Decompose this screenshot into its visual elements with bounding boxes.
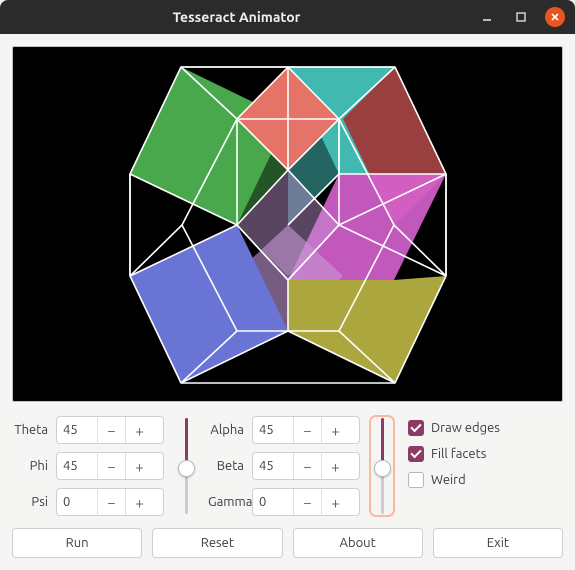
fill-facets-checkbox[interactable]: Fill facets [408, 446, 500, 462]
beta-label: Beta [208, 459, 252, 473]
phi-spinner[interactable]: −+ [56, 452, 164, 480]
minimize-icon [481, 11, 493, 23]
gamma-input[interactable] [253, 495, 293, 509]
theta-input[interactable] [57, 423, 97, 437]
psi-increment[interactable]: + [125, 489, 153, 515]
phi-label: Phi [12, 459, 56, 473]
alpha-label: Alpha [208, 423, 252, 437]
alpha-spinner[interactable]: −+ [252, 416, 360, 444]
alpha-decrement[interactable]: − [293, 417, 321, 443]
theta-increment[interactable]: + [125, 417, 153, 443]
alpha-input[interactable] [253, 423, 293, 437]
beta-spinner[interactable]: −+ [252, 452, 360, 480]
titlebar: Tesseract Animator [0, 0, 575, 34]
gamma-spinner[interactable]: −+ [252, 488, 360, 516]
slider-3d[interactable] [176, 418, 196, 514]
phi-decrement[interactable]: − [97, 453, 125, 479]
psi-input[interactable] [57, 495, 97, 509]
draw-edges-checkbox[interactable]: Draw edges [408, 420, 500, 436]
checkbox-icon [408, 420, 424, 436]
gamma-increment[interactable]: + [321, 489, 349, 515]
minimize-button[interactable] [477, 7, 497, 27]
psi-label: Psi [12, 495, 56, 509]
window-title: Tesseract Animator [10, 9, 463, 25]
draw-edges-label: Draw edges [431, 421, 500, 435]
weird-checkbox[interactable]: Weird [408, 472, 500, 488]
about-button[interactable]: About [293, 528, 423, 558]
maximize-icon [515, 11, 527, 23]
close-icon [549, 11, 561, 23]
maximize-button[interactable] [511, 7, 531, 27]
fill-facets-label: Fill facets [431, 447, 486, 461]
beta-decrement[interactable]: − [293, 453, 321, 479]
close-button[interactable] [545, 7, 565, 27]
psi-spinner[interactable]: −+ [56, 488, 164, 516]
render-canvas [12, 46, 563, 402]
exit-button[interactable]: Exit [433, 528, 563, 558]
theta-decrement[interactable]: − [97, 417, 125, 443]
gamma-label: Gamma [208, 495, 252, 509]
phi-input[interactable] [57, 459, 97, 473]
angle-group-right: Alpha −+ Beta −+ Gamma −+ [208, 416, 360, 516]
checkbox-icon [408, 472, 424, 488]
angle-group-left: Theta −+ Phi −+ Psi −+ [12, 416, 164, 516]
alpha-increment[interactable]: + [321, 417, 349, 443]
slider-4d[interactable] [372, 418, 392, 514]
run-button[interactable]: Run [12, 528, 142, 558]
psi-decrement[interactable]: − [97, 489, 125, 515]
theta-spinner[interactable]: −+ [56, 416, 164, 444]
options-group: Draw edges Fill facets Weird [404, 416, 500, 516]
beta-input[interactable] [253, 459, 293, 473]
phi-increment[interactable]: + [125, 453, 153, 479]
theta-label: Theta [12, 423, 56, 437]
weird-label: Weird [431, 473, 466, 487]
checkbox-icon [408, 446, 424, 462]
gamma-decrement[interactable]: − [293, 489, 321, 515]
reset-button[interactable]: Reset [152, 528, 282, 558]
beta-increment[interactable]: + [321, 453, 349, 479]
tesseract-graphic [13, 47, 563, 402]
